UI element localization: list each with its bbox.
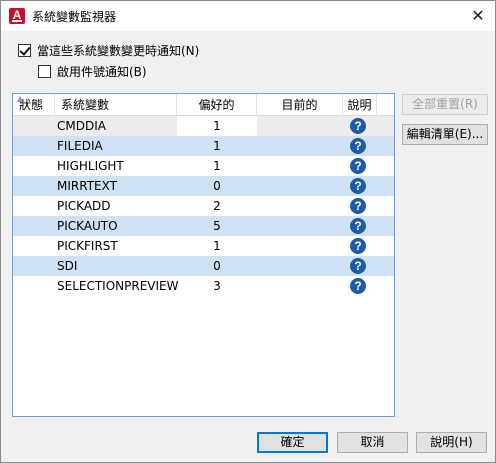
title-bar: A 系統變數監視器 ✕ <box>1 1 495 31</box>
header-current[interactable]: 目前的 <box>257 94 343 116</box>
header-help[interactable]: 說明 <box>343 94 377 116</box>
table-row[interactable]: PICKAUTO 5 ? <box>13 216 394 236</box>
preferred-value[interactable]: 3 <box>177 276 257 296</box>
balloon-checkbox[interactable] <box>38 65 51 78</box>
list-header: ▲ 狀態 系統變數 偏好的 目前的 說明 <box>13 94 394 116</box>
notify-option[interactable]: 當這些系統變數變更時通知(N) <box>18 42 199 59</box>
preferred-value[interactable]: 5 <box>177 216 257 236</box>
table-row[interactable]: MIRRTEXT 0 ? <box>13 176 394 196</box>
header-variable[interactable]: 系統變數 <box>55 94 177 116</box>
preferred-value[interactable]: 1 <box>177 156 257 176</box>
preferred-value[interactable]: 2 <box>177 196 257 216</box>
notify-checkbox[interactable] <box>18 44 31 57</box>
help-icon[interactable]: ? <box>350 238 366 254</box>
variable-name: SDI <box>57 259 78 273</box>
table-row[interactable]: CMDDIA 1 ? <box>13 116 394 136</box>
variable-name: SELECTIONPREVIEW <box>57 279 179 293</box>
preferred-value[interactable]: 1 <box>177 136 257 156</box>
sysvar-list[interactable]: ▲ 狀態 系統變數 偏好的 目前的 說明 CMDDIA 1 ? FILEDIA … <box>12 93 395 417</box>
variable-name: PICKADD <box>57 199 111 213</box>
table-row[interactable]: FILEDIA 1 ? <box>13 136 394 156</box>
preferred-value[interactable]: 0 <box>177 256 257 276</box>
help-button[interactable]: 說明(H) <box>416 432 487 453</box>
help-icon[interactable]: ? <box>350 258 366 274</box>
autocad-app-icon: A <box>9 8 25 24</box>
help-icon[interactable]: ? <box>350 118 366 134</box>
variable-name: HIGHLIGHT <box>57 159 124 173</box>
help-icon[interactable]: ? <box>350 158 366 174</box>
cancel-button[interactable]: 取消 <box>337 432 408 453</box>
sort-arrow-icon: ▲ <box>17 94 24 103</box>
header-status[interactable]: ▲ 狀態 <box>13 94 55 116</box>
variable-name: CMDDIA <box>57 119 106 133</box>
ok-button[interactable]: 確定 <box>257 432 328 453</box>
preferred-value[interactable]: 1 <box>177 116 257 136</box>
variable-name: PICKFIRST <box>57 239 118 253</box>
balloon-option[interactable]: 啟用件號通知(B) <box>38 63 147 80</box>
reset-all-button[interactable]: 全部重置(R) <box>402 94 488 115</box>
table-row[interactable]: PICKADD 2 ? <box>13 196 394 216</box>
table-row[interactable]: PICKFIRST 1 ? <box>13 236 394 256</box>
variable-name: PICKAUTO <box>57 219 118 233</box>
variable-name: MIRRTEXT <box>57 179 117 193</box>
system-variable-monitor-dialog: A 系統變數監視器 ✕ 當這些系統變數變更時通知(N) 啟用件號通知(B) ▲ … <box>0 0 496 463</box>
table-row[interactable]: HIGHLIGHT 1 ? <box>13 156 394 176</box>
notify-label: 當這些系統變數變更時通知(N) <box>37 44 200 58</box>
header-preferred[interactable]: 偏好的 <box>177 94 257 116</box>
help-icon[interactable]: ? <box>350 218 366 234</box>
edit-list-button[interactable]: 編輯清單(E)... <box>402 124 488 145</box>
help-icon[interactable]: ? <box>350 178 366 194</box>
table-row[interactable]: SDI 0 ? <box>13 256 394 276</box>
preferred-value[interactable]: 0 <box>177 176 257 196</box>
close-button[interactable]: ✕ <box>467 5 489 27</box>
variable-name: FILEDIA <box>57 139 103 153</box>
help-icon[interactable]: ? <box>350 198 366 214</box>
help-icon[interactable]: ? <box>350 138 366 154</box>
dialog-title: 系統變數監視器 <box>32 10 117 24</box>
table-row[interactable]: SELECTIONPREVIEW 3 ? <box>13 276 394 296</box>
preferred-value[interactable]: 1 <box>177 236 257 256</box>
help-icon[interactable]: ? <box>350 278 366 294</box>
balloon-label: 啟用件號通知(B) <box>57 65 147 79</box>
